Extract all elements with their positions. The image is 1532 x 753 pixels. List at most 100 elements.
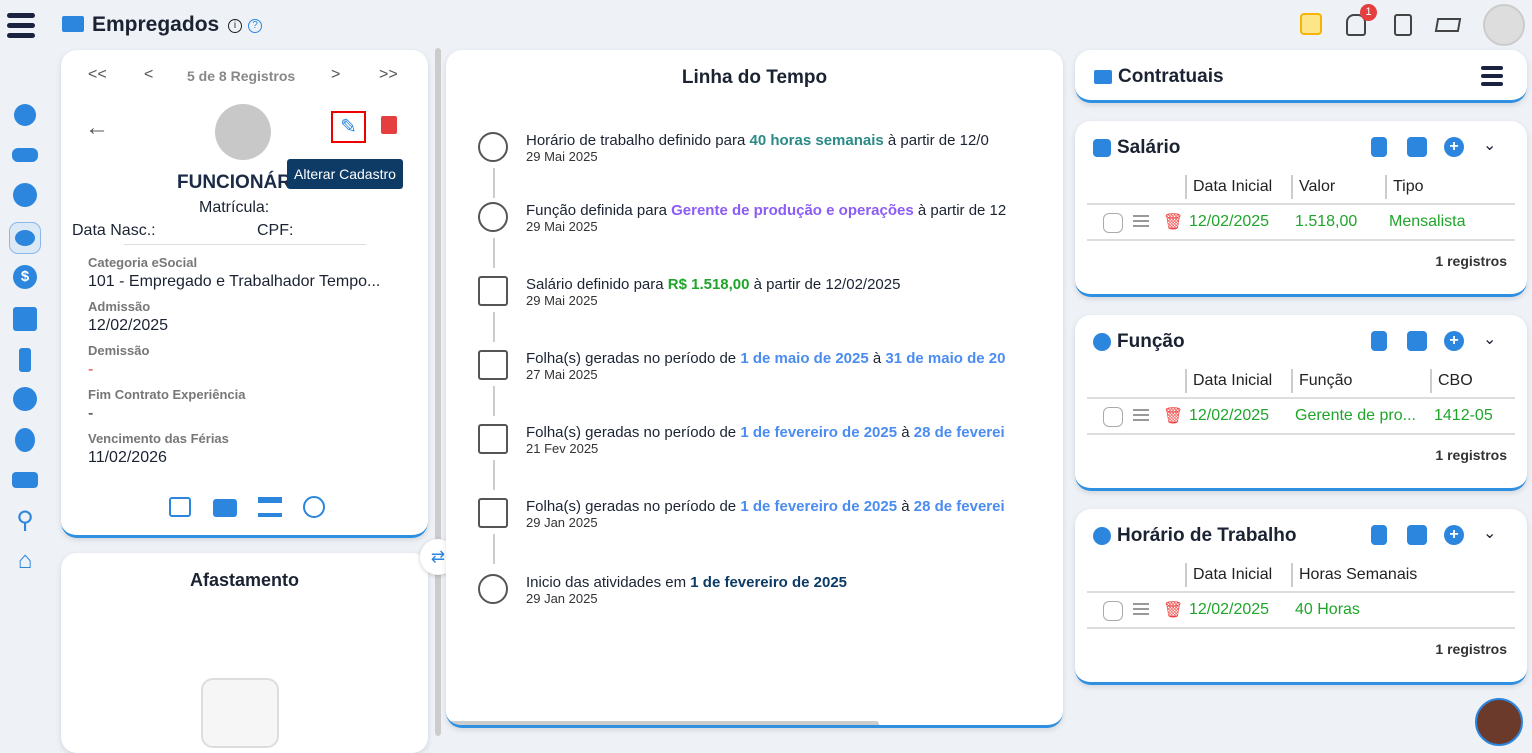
- field-label: Admissão: [88, 299, 151, 314]
- report-search-icon[interactable]: [1394, 14, 1412, 36]
- table-cell: 12/02/2025: [1189, 213, 1270, 230]
- timeline-date: 29 Mai 2025: [526, 293, 598, 308]
- table-row[interactable]: 🗑 12/02/2025 1.518,00 Mensalista: [1087, 203, 1515, 241]
- document-search-icon[interactable]: [1371, 525, 1387, 545]
- field-label: Vencimento das Férias: [88, 431, 229, 446]
- raise-icon[interactable]: [10, 345, 40, 375]
- last-record-button[interactable]: >>: [379, 66, 398, 84]
- column-header[interactable]: Horas Semanais: [1291, 563, 1417, 587]
- user-settings-icon[interactable]: [10, 100, 40, 130]
- timeline-connector: [493, 534, 495, 564]
- trash-icon[interactable]: 🗑: [1163, 212, 1183, 232]
- scroll-icon[interactable]: [1407, 525, 1427, 545]
- handshake-icon[interactable]: [10, 140, 40, 170]
- table-cell: 40 Horas: [1295, 601, 1360, 618]
- menu-icon[interactable]: [1481, 66, 1503, 86]
- payroll-icon: [478, 350, 508, 380]
- id-card-icon[interactable]: [213, 499, 237, 517]
- add-icon[interactable]: +: [1444, 525, 1464, 545]
- table-cell: 1412-05: [1434, 407, 1493, 424]
- notification-badge: 1: [1360, 4, 1377, 21]
- user-avatar[interactable]: [1483, 4, 1525, 46]
- calculator-icon[interactable]: [10, 304, 40, 334]
- page-title: Empregados: [92, 13, 220, 36]
- matricula-label: Matrícula:: [199, 199, 270, 216]
- scroll-icon[interactable]: [1407, 137, 1427, 157]
- document-search-icon[interactable]: [1371, 331, 1387, 351]
- home-icon[interactable]: ⌂: [10, 546, 40, 576]
- chevron-down-icon[interactable]: ⌄: [1483, 329, 1496, 349]
- employee-fields: Categoria eSocial 101 - Empregado e Trab…: [88, 247, 408, 467]
- column-header[interactable]: Data Inicial: [1185, 563, 1272, 587]
- drag-handle-icon[interactable]: [1133, 603, 1149, 615]
- timeline-connector: [493, 238, 495, 268]
- table-cell: Gerente de pro...: [1295, 407, 1416, 424]
- scrollbar[interactable]: [435, 48, 441, 736]
- chevron-down-icon[interactable]: ⌄: [1483, 523, 1496, 543]
- table-row[interactable]: 🗑 12/02/2025 Gerente de pro... 1412-05: [1087, 397, 1515, 435]
- contratuais-header: Contratuais: [1075, 50, 1527, 103]
- timeline-title: Linha do Tempo: [681, 67, 828, 88]
- row-checkbox[interactable]: [1103, 601, 1123, 621]
- horizontal-scrollbar[interactable]: [446, 721, 879, 725]
- function-cycle-icon: [478, 202, 508, 232]
- document-search-icon[interactable]: [1371, 137, 1387, 157]
- info-icon[interactable]: i: [228, 19, 242, 33]
- function-section: Função + ⌄ Data Inicial Função CBO 🗑 12/02/20…: [1075, 315, 1527, 491]
- clock-icon[interactable]: [10, 180, 40, 210]
- add-icon[interactable]: +: [1444, 137, 1464, 157]
- column-header[interactable]: CBO: [1430, 369, 1473, 393]
- menu-icon[interactable]: [7, 13, 35, 41]
- payroll-icon: [478, 424, 508, 454]
- row-checkbox[interactable]: [1103, 407, 1123, 427]
- assistant-avatar[interactable]: [1475, 698, 1523, 746]
- salary-icon: [1093, 139, 1111, 157]
- scroll-icon[interactable]: [1407, 331, 1427, 351]
- timeline-item: Folha(s) geradas no período de 1 de feve…: [526, 424, 1005, 456]
- notes-icon[interactable]: [1300, 13, 1322, 35]
- column-header[interactable]: Função: [1291, 369, 1352, 393]
- field-value: 101 - Empregado e Trabalhador Tempo...: [88, 273, 381, 290]
- trash-icon[interactable]: 🗑: [1163, 600, 1183, 620]
- timeline-date: 29 Mai 2025: [526, 149, 598, 164]
- row-checkbox[interactable]: [1103, 213, 1123, 233]
- graduation-cap-icon[interactable]: [1434, 18, 1462, 32]
- add-icon[interactable]: +: [1444, 331, 1464, 351]
- bank-icon[interactable]: [258, 497, 282, 517]
- help-icon[interactable]: ?: [248, 19, 262, 33]
- search-icon[interactable]: ⚲: [10, 505, 40, 535]
- first-record-button[interactable]: <<: [88, 66, 107, 84]
- money-bag-icon[interactable]: [10, 425, 40, 455]
- column-header[interactable]: Data Inicial: [1185, 369, 1272, 393]
- edit-button[interactable]: ✎: [331, 111, 366, 143]
- trash-icon[interactable]: 🗑: [1163, 406, 1183, 426]
- prev-record-button[interactable]: <: [144, 66, 153, 84]
- delete-button[interactable]: [381, 116, 397, 134]
- dollar-icon[interactable]: $: [10, 262, 40, 292]
- timeline-connector: [493, 168, 495, 198]
- employee-photo: [215, 104, 271, 160]
- function-icon: [1093, 333, 1111, 351]
- record-count: 1 registros: [1435, 641, 1507, 657]
- section-title: Salário: [1117, 137, 1181, 158]
- document-icon[interactable]: [169, 497, 191, 517]
- timeline-date: 29 Mai 2025: [526, 219, 598, 234]
- column-header[interactable]: Data Inicial: [1185, 175, 1272, 199]
- drag-handle-icon[interactable]: [1133, 409, 1149, 421]
- field-label: Demissão: [88, 343, 150, 358]
- drag-handle-icon[interactable]: [1133, 215, 1149, 227]
- column-header[interactable]: Valor: [1291, 175, 1335, 199]
- table-row[interactable]: 🗑 12/02/2025 40 Horas: [1087, 591, 1515, 629]
- gear-icon[interactable]: [10, 384, 40, 414]
- clock-cycle-icon: [478, 132, 508, 162]
- layers-icon[interactable]: [10, 465, 40, 495]
- column-header[interactable]: Tipo: [1385, 175, 1424, 199]
- power-icon[interactable]: [303, 496, 325, 518]
- next-record-button[interactable]: >: [331, 66, 340, 84]
- back-arrow-icon[interactable]: ←: [85, 114, 109, 142]
- field-value: 11/02/2026: [88, 449, 167, 466]
- schedule-icon: [1093, 527, 1111, 545]
- timeline-card: Linha do Tempo Horário de trabalho defin…: [446, 50, 1063, 728]
- chevron-down-icon[interactable]: ⌄: [1483, 135, 1496, 155]
- employees-icon[interactable]: [9, 222, 41, 254]
